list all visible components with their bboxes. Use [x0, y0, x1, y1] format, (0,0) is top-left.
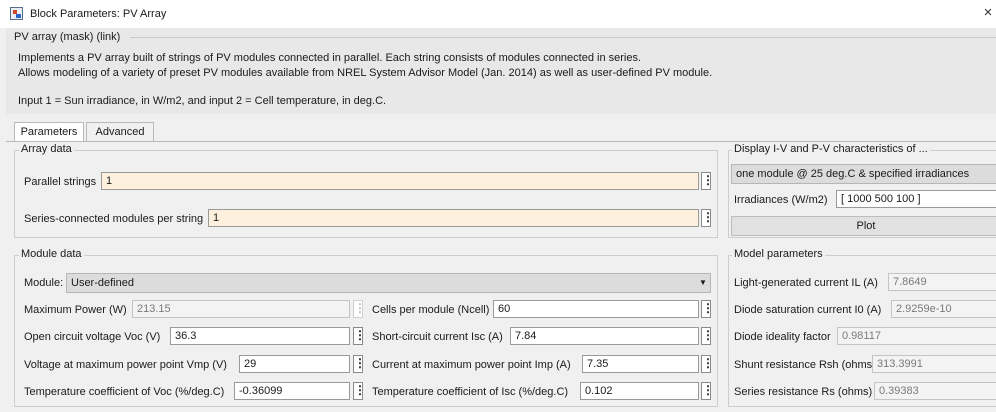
isc-label: Short-circuit current Isc (A)	[372, 331, 503, 343]
rsh-field: 313.3991	[872, 355, 996, 373]
tab-divider	[6, 141, 996, 142]
max-power-field: 213.15	[132, 300, 350, 318]
parallel-strings-field[interactable]: 1	[101, 172, 699, 190]
array-data-title: Array data	[19, 143, 74, 155]
imp-label: Current at maximum power point Imp (A)	[372, 359, 571, 371]
simulink-block-icon	[10, 7, 23, 20]
module-data-title: Module data	[19, 248, 84, 260]
tab-parameters[interactable]: Parameters	[14, 122, 84, 142]
series-modules-label: Series-connected modules per string	[24, 213, 204, 225]
display-selection-dropdown[interactable]: one module @ 25 deg.C & specified irradi…	[731, 164, 996, 184]
cells-per-module-field[interactable]: 60	[493, 300, 699, 318]
max-power-label: Maximum Power (W)	[24, 304, 127, 316]
divider	[130, 37, 996, 38]
more-options-icon[interactable]: ⋮	[701, 327, 714, 345]
tc-voc-label: Temperature coefficient of Voc (%/deg.C)	[24, 386, 225, 398]
description-line-1: Implements a PV array built of strings o…	[18, 52, 642, 64]
tab-advanced[interactable]: Advanced	[86, 122, 154, 142]
more-options-icon[interactable]: ⋮	[701, 172, 714, 190]
rsh-label: Shunt resistance Rsh (ohms)	[734, 359, 876, 371]
more-options-icon[interactable]: ⋮	[353, 355, 366, 373]
window-title: Block Parameters: PV Array	[30, 8, 167, 20]
rs-label: Series resistance Rs (ohms)	[734, 386, 873, 398]
i0-label: Diode saturation current I0 (A)	[734, 304, 882, 316]
voc-label: Open circuit voltage Voc (V)	[24, 331, 161, 343]
ideality-field: 0.98117	[837, 327, 996, 345]
close-icon[interactable]: ×	[980, 4, 996, 22]
more-options-icon[interactable]: ⋮	[701, 209, 714, 227]
i0-field: 2.9259e-10	[891, 300, 996, 318]
more-options-icon: ⋮	[353, 300, 366, 318]
chevron-down-icon: ▼	[699, 278, 707, 287]
cells-per-module-label: Cells per module (Ncell)	[372, 304, 490, 316]
more-options-icon[interactable]: ⋮	[701, 355, 714, 373]
tc-voc-field[interactable]: -0.36099	[234, 382, 350, 400]
description-line-2: Allows modeling of a variety of preset P…	[18, 67, 713, 79]
isc-field[interactable]: 7.84	[510, 327, 699, 345]
tc-isc-field[interactable]: 0.102	[580, 382, 699, 400]
vmp-label: Voltage at maximum power point Vmp (V)	[24, 359, 227, 371]
display-title: Display I-V and P-V characteristics of .…	[732, 143, 930, 155]
plot-button[interactable]: Plot	[731, 216, 996, 236]
more-options-icon[interactable]: ⋮	[353, 327, 366, 345]
series-modules-field[interactable]: 1	[208, 209, 699, 227]
tc-isc-label: Temperature coefficient of Isc (%/deg.C)	[372, 386, 569, 398]
more-options-icon[interactable]: ⋮	[701, 382, 714, 400]
voc-field[interactable]: 36.3	[170, 327, 350, 345]
more-options-icon[interactable]: ⋮	[353, 382, 366, 400]
description-line-3: Input 1 = Sun irradiance, in W/m2, and i…	[18, 95, 387, 107]
parallel-strings-label: Parallel strings	[24, 176, 97, 188]
vmp-field[interactable]: 29	[239, 355, 350, 373]
rs-field: 0.39383	[874, 382, 996, 400]
imp-field[interactable]: 7.35	[582, 355, 699, 373]
module-dropdown[interactable]: User-defined	[66, 273, 711, 293]
model-parameters-title: Model parameters	[732, 248, 825, 260]
irradiances-label: Irradiances (W/m2)	[734, 194, 828, 206]
il-field: 7.8649	[888, 273, 996, 291]
mask-title: PV array (mask) (link)	[14, 31, 121, 43]
module-label: Module:	[24, 277, 64, 289]
il-label: Light-generated current IL (A)	[734, 277, 878, 289]
ideality-label: Diode ideality factor	[734, 331, 831, 343]
irradiances-field[interactable]: [ 1000 500 100 ]	[836, 190, 996, 208]
more-options-icon[interactable]: ⋮	[701, 300, 714, 318]
